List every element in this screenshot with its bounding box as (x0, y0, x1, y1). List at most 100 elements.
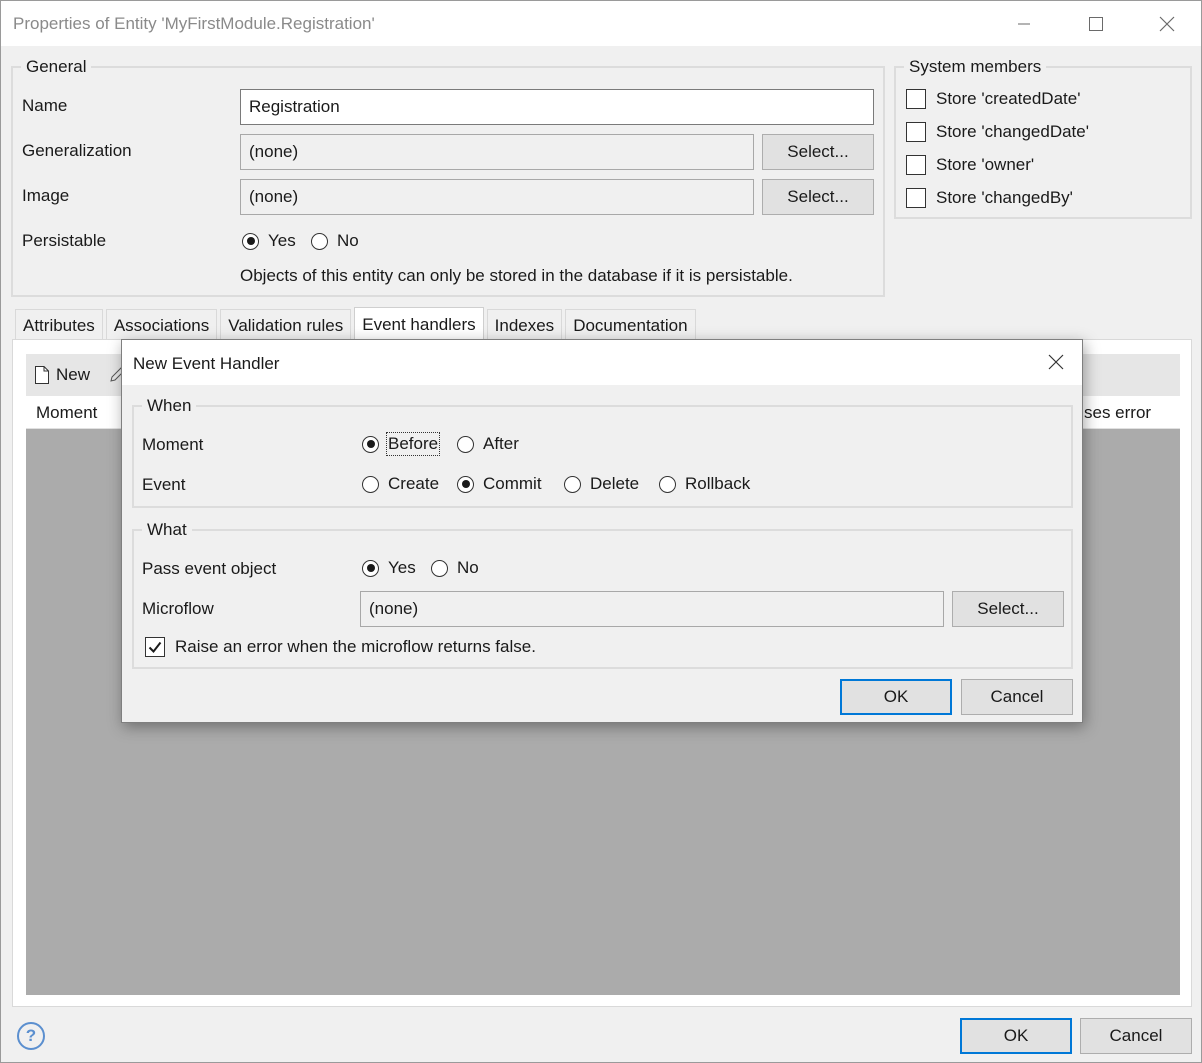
minimize-button[interactable] (1001, 1, 1047, 46)
new-button-label: New (56, 365, 91, 384)
name-input-value: Registration (249, 97, 340, 116)
radio-empty-icon (431, 559, 448, 577)
generalization-field: (none) (240, 134, 754, 170)
dialog-cancel-button[interactable]: Cancel (961, 679, 1073, 715)
persistable-yes-label: Yes (268, 231, 296, 250)
image-value: (none) (249, 187, 299, 206)
moment-before-label: Before (385, 432, 441, 456)
radio-selected-icon (362, 435, 379, 453)
name-label: Name (22, 96, 68, 115)
moment-label: Moment (142, 435, 204, 454)
store-changedby-label: Store 'changedBy' (936, 188, 1073, 207)
moment-after-radio[interactable]: After (457, 434, 519, 454)
persistable-label: Persistable (22, 231, 107, 250)
store-changeddate-label: Store 'changedDate' (936, 122, 1089, 141)
checkbox-unchecked-icon (906, 89, 926, 109)
help-icon[interactable]: ? (17, 1022, 45, 1050)
radio-selected-icon (242, 232, 259, 250)
event-create-label: Create (388, 474, 440, 493)
tab-strip: Attributes Associations Validation rules… (15, 307, 699, 341)
tab-indexes[interactable]: Indexes (486, 309, 563, 341)
moment-before-radio[interactable]: Before (362, 432, 441, 456)
title-bar: Properties of Entity 'MyFirstModule.Regi… (1, 1, 1201, 46)
event-rollback-radio[interactable]: Rollback (659, 474, 750, 494)
event-create-radio[interactable]: Create (362, 474, 439, 494)
pass-event-object-label: Pass event object (142, 559, 277, 578)
dialog-ok-button[interactable]: OK (840, 679, 952, 715)
tab-documentation[interactable]: Documentation (565, 309, 696, 341)
persistable-note: Objects of this entity can only be store… (240, 266, 793, 285)
tab-attributes[interactable]: Attributes (15, 309, 103, 341)
moment-after-label: After (483, 434, 519, 453)
new-event-handler-dialog: New Event Handler When Moment Before Aft… (121, 339, 1083, 723)
store-changeddate-checkbox[interactable]: Store 'changedDate' (906, 122, 1089, 142)
microflow-select-button[interactable]: Select... (952, 591, 1064, 627)
radio-empty-icon (659, 475, 676, 493)
checkbox-unchecked-icon (906, 122, 926, 142)
system-members-legend: System members (909, 57, 1042, 76)
microflow-value: (none) (369, 599, 419, 618)
event-delete-label: Delete (590, 474, 640, 493)
tab-validation-rules[interactable]: Validation rules (220, 309, 352, 341)
cancel-button[interactable]: Cancel (1080, 1018, 1192, 1054)
radio-empty-icon (457, 435, 474, 453)
image-field: (none) (240, 179, 754, 215)
checkbox-unchecked-icon (906, 188, 926, 208)
pass-event-yes-radio[interactable]: Yes (362, 558, 416, 578)
tab-event-handlers[interactable]: Event handlers (354, 307, 484, 341)
radio-empty-icon (311, 232, 328, 250)
persistable-no-label: No (337, 231, 359, 250)
generalization-label: Generalization (22, 141, 132, 160)
column-moment[interactable]: Moment (36, 403, 97, 423)
close-button[interactable] (1144, 1, 1190, 46)
pass-event-no-radio[interactable]: No (431, 558, 479, 578)
image-label: Image (22, 186, 70, 205)
dialog-title-bar: New Event Handler (122, 340, 1082, 385)
close-icon (1159, 16, 1175, 31)
image-select-button[interactable]: Select... (762, 179, 874, 215)
minimize-icon (1018, 23, 1030, 24)
radio-selected-icon (362, 559, 379, 577)
new-document-icon (35, 366, 49, 384)
generalization-select-button[interactable]: Select... (762, 134, 874, 170)
raise-error-label: Raise an error when the microflow return… (175, 637, 536, 656)
event-rollback-label: Rollback (685, 474, 751, 493)
checkbox-checked-icon (145, 637, 165, 657)
column-raises-error[interactable]: ses error (1084, 403, 1151, 423)
generalization-value: (none) (249, 142, 299, 161)
radio-empty-icon (564, 475, 581, 493)
microflow-label: Microflow (142, 599, 214, 618)
dialog-close-button[interactable] (1036, 342, 1076, 382)
maximize-button[interactable] (1073, 1, 1119, 46)
event-commit-radio[interactable]: Commit (457, 474, 542, 494)
pass-event-yes-label: Yes (388, 558, 416, 577)
when-legend: When (147, 396, 192, 415)
properties-window: Properties of Entity 'MyFirstModule.Regi… (0, 0, 1202, 1063)
name-input[interactable]: Registration (240, 89, 874, 125)
dialog-title: New Event Handler (133, 354, 280, 373)
store-createddate-checkbox[interactable]: Store 'createdDate' (906, 89, 1080, 109)
store-owner-checkbox[interactable]: Store 'owner' (906, 155, 1034, 175)
maximize-icon (1089, 16, 1103, 31)
persistable-yes-radio[interactable]: Yes (242, 231, 296, 251)
window-title: Properties of Entity 'MyFirstModule.Regi… (13, 14, 375, 33)
general-legend: General (26, 57, 87, 76)
radio-empty-icon (362, 475, 379, 493)
raise-error-checkbox[interactable]: Raise an error when the microflow return… (145, 637, 536, 657)
store-owner-label: Store 'owner' (936, 155, 1035, 174)
store-createddate-label: Store 'createdDate' (936, 89, 1081, 108)
event-delete-radio[interactable]: Delete (564, 474, 639, 494)
store-changedby-checkbox[interactable]: Store 'changedBy' (906, 188, 1073, 208)
tab-associations[interactable]: Associations (105, 309, 218, 341)
checkbox-unchecked-icon (906, 155, 926, 175)
new-button[interactable]: New (34, 354, 90, 396)
ok-button[interactable]: OK (960, 1018, 1072, 1054)
pass-event-no-label: No (457, 558, 479, 577)
persistable-no-radio[interactable]: No (311, 231, 359, 251)
event-label: Event (142, 475, 186, 494)
what-legend: What (147, 520, 187, 539)
radio-selected-icon (457, 475, 474, 493)
event-commit-label: Commit (483, 474, 542, 493)
microflow-field: (none) (360, 591, 944, 627)
close-icon (1048, 354, 1064, 370)
